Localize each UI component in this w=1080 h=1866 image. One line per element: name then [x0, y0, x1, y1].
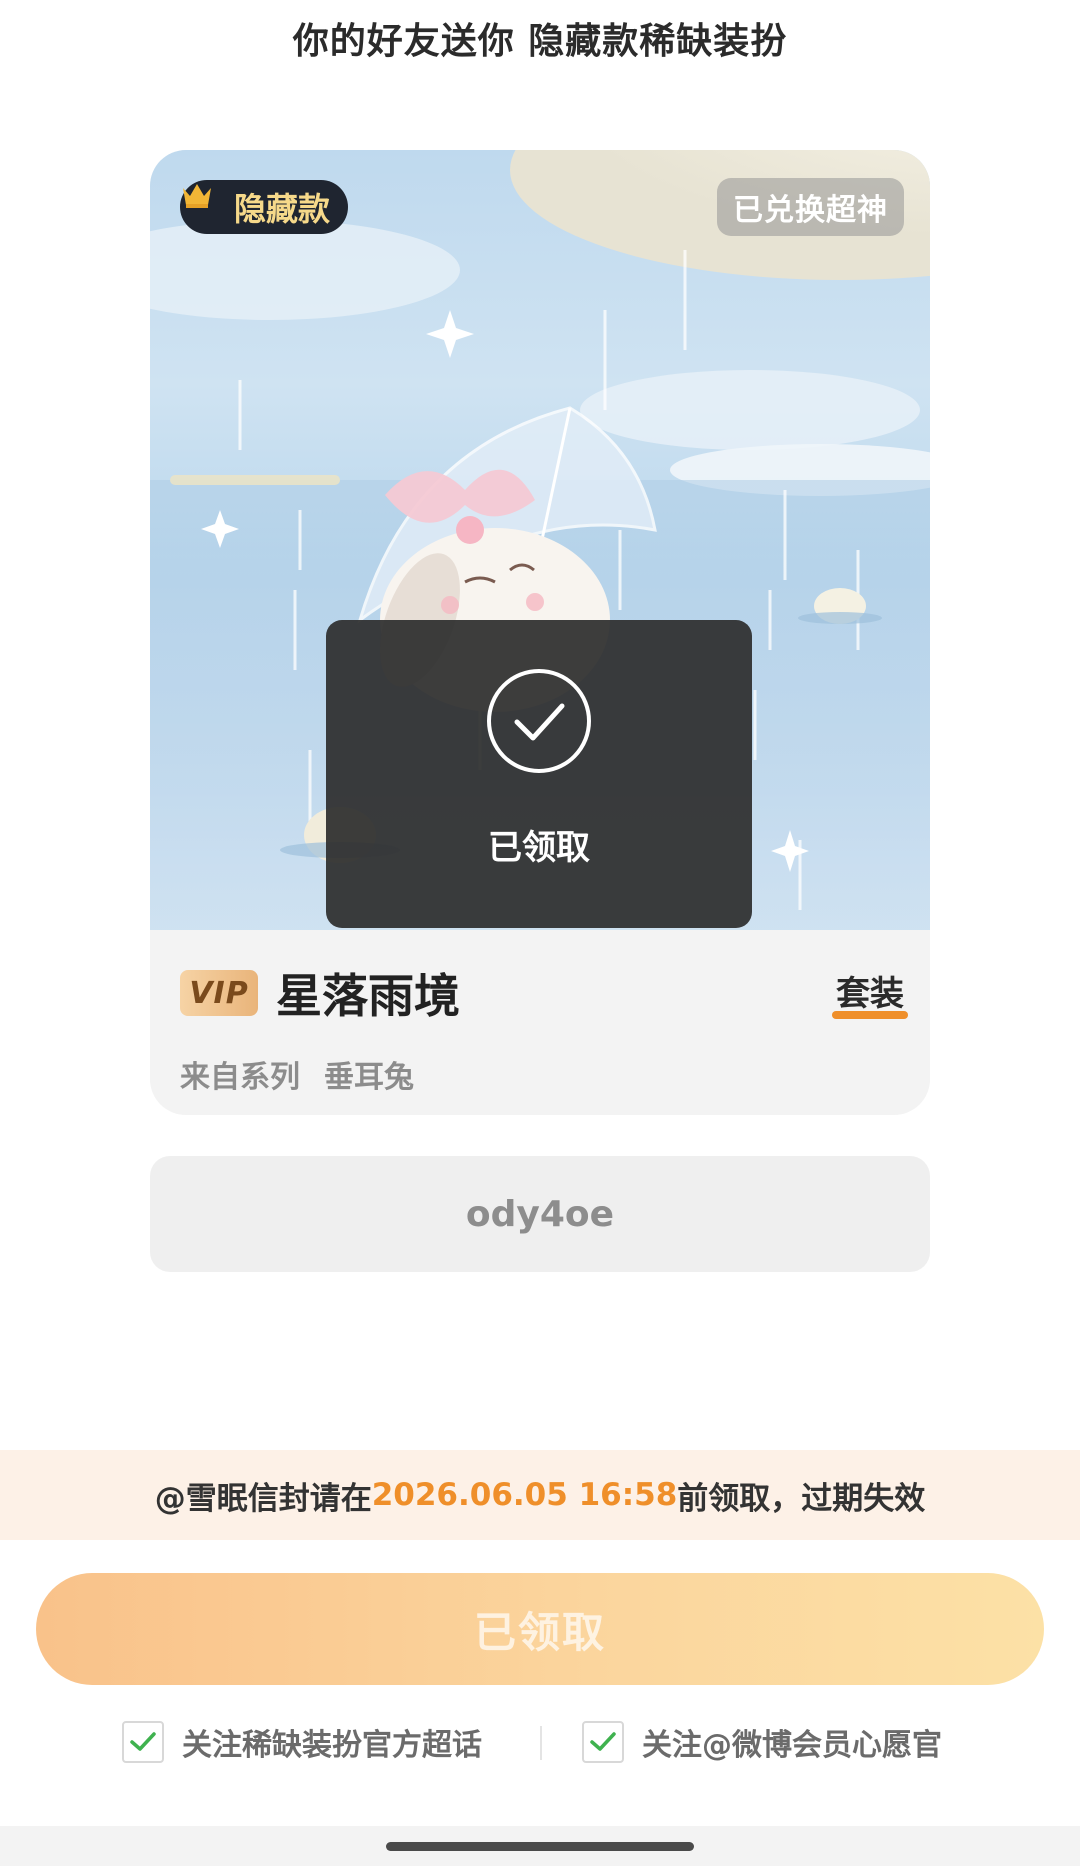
- notice-suffix: 前领取，过期失效: [677, 1480, 926, 1517]
- item-type-link[interactable]: 套装: [832, 966, 908, 1019]
- follow-topic-label: 关注稀缺装扮官方超话: [182, 1728, 482, 1763]
- vip-badge: VIP: [180, 970, 258, 1016]
- series-line: 来自系列 垂耳兔: [180, 1052, 414, 1096]
- hidden-edition-label: 隐藏款: [234, 190, 331, 228]
- hidden-edition-badge: 隐藏款: [180, 180, 349, 234]
- checkmark-icon: [130, 1732, 156, 1751]
- redeemed-badge: 已兑换超神: [717, 178, 904, 236]
- follow-options: 关注稀缺装扮官方超话 关注@微博会员心愿官: [0, 1714, 1080, 1766]
- page: 你的好友送你 隐藏款稀缺装扮 隐藏款 已兑换超神 已领取 VIP 星落雨境 套装…: [0, 0, 1080, 1866]
- notice-date: 2026.06.05 16:58: [371, 1477, 678, 1513]
- series-name[interactable]: 垂耳兔: [324, 1060, 414, 1095]
- claim-button[interactable]: 已领取: [36, 1573, 1044, 1685]
- item-type-label: 套装: [836, 974, 904, 1014]
- bottom-bar: [0, 1826, 1080, 1866]
- card-artwork: 隐藏款 已兑换超神 已领取: [150, 150, 930, 930]
- item-name: 星落雨境: [276, 969, 460, 1023]
- follow-account-label: 关注@微博会员心愿官: [642, 1728, 942, 1763]
- claimed-toast: 已领取: [326, 620, 752, 928]
- home-indicator[interactable]: [386, 1842, 694, 1851]
- gift-card: 隐藏款 已兑换超神 已领取 VIP 星落雨境 套装 来自系列 垂耳兔: [150, 150, 930, 1115]
- follow-account-checkbox[interactable]: [582, 1721, 624, 1763]
- expiry-notice: @雪眠信封请在 2026.06.05 16:58 前领取，过期失效: [0, 1450, 1080, 1540]
- redeem-code[interactable]: ody4oe: [150, 1156, 930, 1272]
- checkmark-icon: [590, 1732, 616, 1751]
- page-title: 你的好友送你 隐藏款稀缺装扮: [292, 21, 788, 62]
- check-circle-icon: [487, 669, 591, 773]
- follow-topic-option[interactable]: 关注稀缺装扮官方超话: [122, 1720, 482, 1764]
- notice-prefix: @雪眠信封请在: [154, 1480, 372, 1517]
- options-divider: [540, 1726, 542, 1760]
- toast-label: 已领取: [488, 828, 590, 868]
- follow-account-option[interactable]: 关注@微博会员心愿官: [582, 1720, 942, 1764]
- follow-topic-checkbox[interactable]: [122, 1721, 164, 1763]
- series-label: 来自系列: [180, 1060, 300, 1095]
- crown-icon: [183, 184, 228, 222]
- item-info: VIP 星落雨境 套装 来自系列 垂耳兔: [150, 930, 930, 1115]
